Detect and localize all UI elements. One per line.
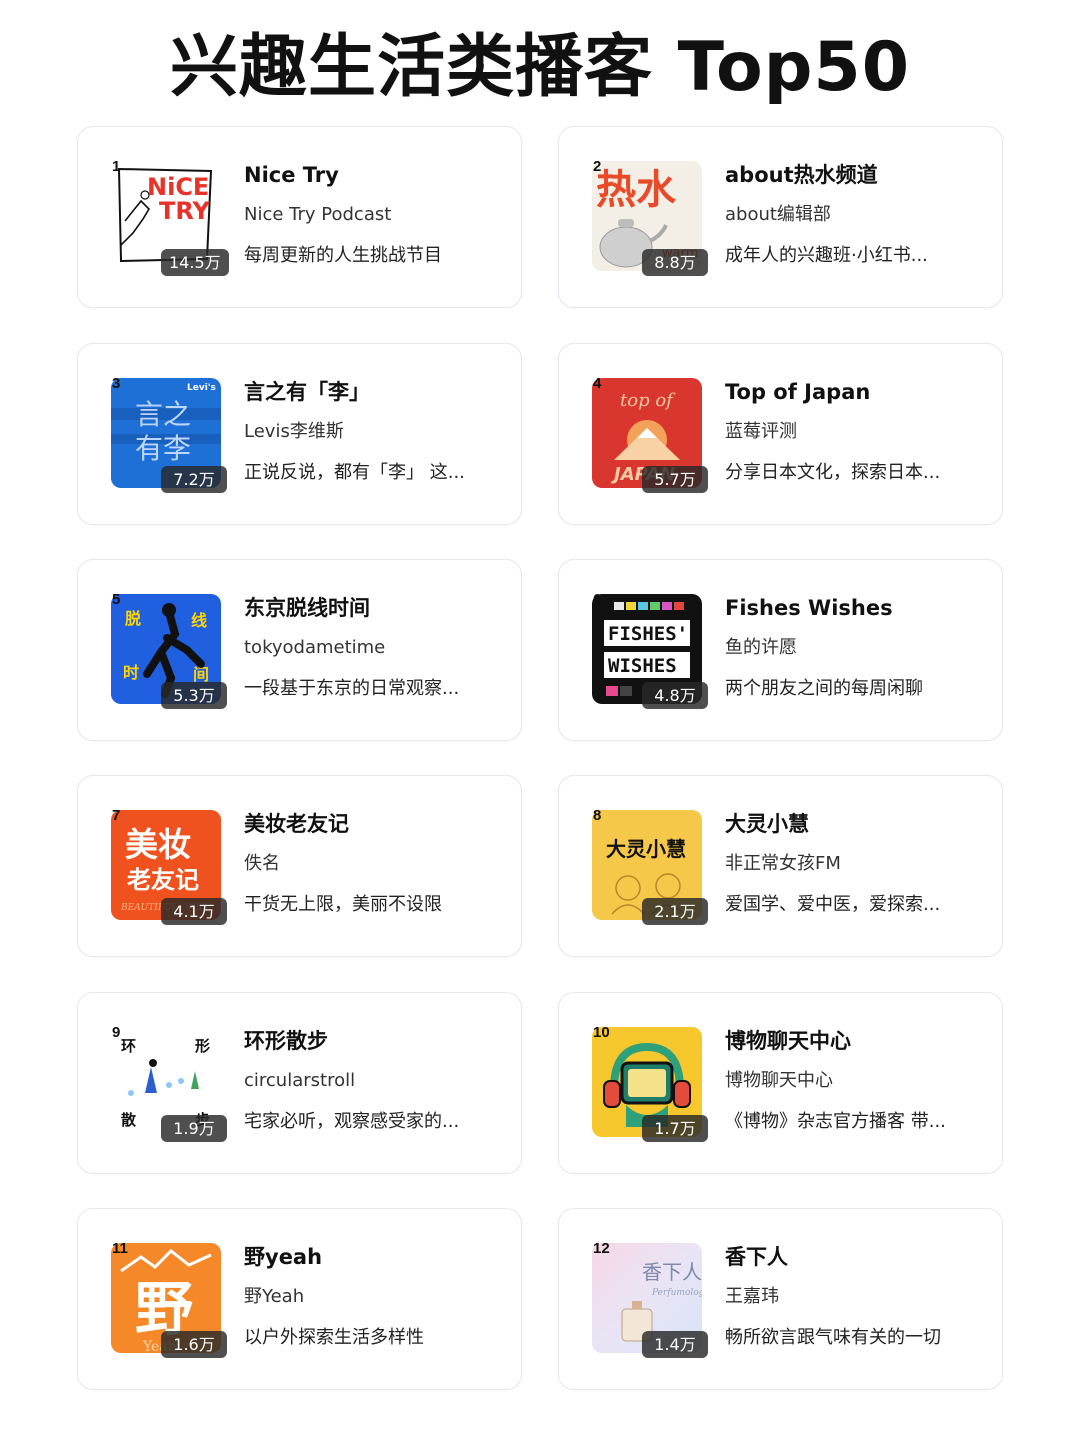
rank-number: 6 bbox=[593, 591, 602, 608]
podcast-name[interactable]: 言之有「李」 bbox=[244, 378, 506, 406]
rank-number: 8 bbox=[593, 807, 602, 824]
podcast-card[interactable]: 1 NiCE TRY 14.5万 Nice Try Nice Try Podca… bbox=[77, 126, 522, 308]
podcast-description: 宅家必听，观察感受家的... bbox=[244, 1111, 460, 1132]
podcast-card[interactable]: 11 野 Yeah 1.6万 野yeah 野Yeah 以户外探索生活多样性 bbox=[77, 1208, 522, 1390]
svg-text:环: 环 bbox=[121, 1037, 136, 1055]
svg-text:脱: 脱 bbox=[125, 609, 141, 628]
podcast-author: tokyodametime bbox=[244, 637, 386, 658]
podcast-author: 野Yeah bbox=[244, 1286, 305, 1307]
rank-number: 11 bbox=[112, 1240, 128, 1257]
svg-text:WISHES: WISHES bbox=[608, 655, 677, 677]
podcast-name[interactable]: Nice Try bbox=[244, 161, 506, 189]
svg-text:老友记: 老友记 bbox=[127, 866, 199, 894]
podcast-card[interactable]: 9 环 形 散 步 1.9万 环形散步 circularstroll 宅家必听，… bbox=[77, 992, 522, 1174]
svg-text:TRY: TRY bbox=[159, 197, 211, 225]
page-title: 兴趣生活类播客 Top50 bbox=[169, 28, 911, 107]
svg-text:香下人: 香下人 bbox=[642, 1260, 702, 1284]
podcast-card[interactable]: 2 热水 warm 8.8万 about热水频道 about编辑部 成年人的兴趣… bbox=[558, 126, 1003, 308]
podcast-name[interactable]: 美妆老友记 bbox=[244, 810, 506, 838]
podcast-description: 《博物》杂志官方播客 带... bbox=[725, 1111, 946, 1132]
svg-text:形: 形 bbox=[195, 1037, 210, 1055]
podcast-name[interactable]: Top of Japan bbox=[725, 378, 987, 406]
podcast-author: about编辑部 bbox=[725, 204, 831, 225]
podcast-description: 每周更新的人生挑战节目 bbox=[244, 245, 442, 266]
rank-number: 10 bbox=[593, 1024, 610, 1041]
podcast-name[interactable]: 大灵小慧 bbox=[725, 810, 987, 838]
podcast-author: circularstroll bbox=[244, 1070, 356, 1091]
rank-number: 3 bbox=[112, 375, 121, 392]
podcast-description: 一段基于东京的日常观察... bbox=[244, 678, 460, 699]
podcast-card[interactable]: 10 1.7万 博物聊天中心 博物聊天中心 《博物》杂志官方播客 带... bbox=[558, 992, 1003, 1174]
podcast-description: 爱国学、爱中医，爱探索... bbox=[725, 894, 941, 915]
svg-text:散: 散 bbox=[121, 1111, 137, 1129]
podcast-name[interactable]: 野yeah bbox=[244, 1243, 506, 1271]
podcast-name[interactable]: 东京脱线时间 bbox=[244, 594, 506, 622]
svg-text:Perfumology: Perfumology bbox=[651, 1288, 702, 1298]
rank-number: 7 bbox=[112, 807, 121, 824]
podcast-author: 博物聊天中心 bbox=[725, 1070, 833, 1091]
podcast-description: 成年人的兴趣班·小红书... bbox=[725, 245, 928, 266]
podcast-author: 王嘉玮 bbox=[725, 1286, 779, 1307]
podcast-card[interactable]: 6 FISHES' WISHES 4.8万 Fishes Wishes 鱼的许愿… bbox=[558, 559, 1003, 741]
play-count-badge: 1.9万 bbox=[161, 1115, 227, 1142]
play-count-badge: 14.5万 bbox=[161, 249, 229, 276]
play-count-badge: 4.1万 bbox=[161, 898, 227, 925]
svg-text:大灵小慧: 大灵小慧 bbox=[606, 837, 686, 861]
play-count-badge: 4.8万 bbox=[642, 682, 708, 709]
svg-text:言之: 言之 bbox=[135, 398, 191, 431]
podcast-card[interactable]: 8 大灵小慧 2.1万 大灵小慧 非正常女孩FM 爱国学、爱中医，爱探索... bbox=[558, 775, 1003, 957]
podcast-description: 两个朋友之间的每周闲聊 bbox=[725, 678, 923, 699]
podcast-name[interactable]: 香下人 bbox=[725, 1243, 987, 1271]
podcast-name[interactable]: about热水频道 bbox=[725, 161, 987, 189]
play-count-badge: 8.8万 bbox=[642, 249, 708, 276]
svg-text:有李: 有李 bbox=[135, 432, 191, 465]
play-count-badge: 5.7万 bbox=[642, 466, 708, 493]
rank-number: 2 bbox=[593, 158, 602, 175]
rank-number: 9 bbox=[112, 1024, 121, 1041]
podcast-description: 正说反说，都有「李」 这... bbox=[244, 462, 465, 483]
podcast-name[interactable]: 环形散步 bbox=[244, 1027, 506, 1055]
play-count-badge: 1.6万 bbox=[161, 1331, 227, 1358]
podcast-card[interactable]: 7 美妆 老友记 BEAUTIFUL ONES 4.1万 美妆老友记 佚名 干货… bbox=[77, 775, 522, 957]
podcast-card[interactable]: 4 top of JAPAN 5.7万 Top of Japan 蓝莓评测 分享… bbox=[558, 343, 1003, 525]
play-count-badge: 5.3万 bbox=[161, 682, 227, 709]
rank-number: 5 bbox=[112, 591, 121, 608]
svg-text:Levi's: Levi's bbox=[187, 383, 216, 393]
podcast-description: 分享日本文化，探索日本... bbox=[725, 462, 941, 483]
podcast-author: 蓝莓评测 bbox=[725, 421, 797, 442]
podcast-card[interactable]: 12 香下人 Perfumology 1.4万 香下人 王嘉玮 畅所欲言跟气味有… bbox=[558, 1208, 1003, 1390]
podcast-author: Levis李维斯 bbox=[244, 421, 344, 442]
podcast-description: 以户外探索生活多样性 bbox=[244, 1327, 424, 1348]
rank-number: 12 bbox=[593, 1240, 610, 1257]
podcast-card[interactable]: 3 Levi's 言之 有李 7.2万 言之有「李」 Levis李维斯 正说反说… bbox=[77, 343, 522, 525]
play-count-badge: 1.7万 bbox=[642, 1115, 708, 1142]
svg-text:热水: 热水 bbox=[596, 167, 677, 213]
podcast-author: 非正常女孩FM bbox=[725, 853, 841, 874]
podcast-description: 畅所欲言跟气味有关的一切 bbox=[725, 1327, 941, 1348]
play-count-badge: 7.2万 bbox=[161, 466, 227, 493]
play-count-badge: 1.4万 bbox=[642, 1331, 708, 1358]
podcast-description: 干货无上限，美丽不设限 bbox=[244, 894, 442, 915]
svg-text:top of: top of bbox=[620, 390, 676, 411]
podcast-card[interactable]: 5 脱 线 时 间 5.3万 东京脱线时间 tokyodametime 一段基于… bbox=[77, 559, 522, 741]
rank-number: 1 bbox=[112, 158, 121, 175]
svg-text:时: 时 bbox=[123, 663, 139, 682]
podcast-author: Nice Try Podcast bbox=[244, 204, 392, 225]
svg-text:线: 线 bbox=[191, 611, 207, 630]
podcast-name[interactable]: 博物聊天中心 bbox=[725, 1027, 987, 1055]
play-count-badge: 2.1万 bbox=[642, 898, 708, 925]
rank-number: 4 bbox=[593, 375, 602, 392]
podcast-author: 佚名 bbox=[244, 853, 280, 874]
podcast-author: 鱼的许愿 bbox=[725, 637, 797, 658]
podcast-name[interactable]: Fishes Wishes bbox=[725, 594, 987, 622]
svg-text:美妆: 美妆 bbox=[125, 825, 191, 864]
svg-text:FISHES': FISHES' bbox=[608, 623, 688, 645]
